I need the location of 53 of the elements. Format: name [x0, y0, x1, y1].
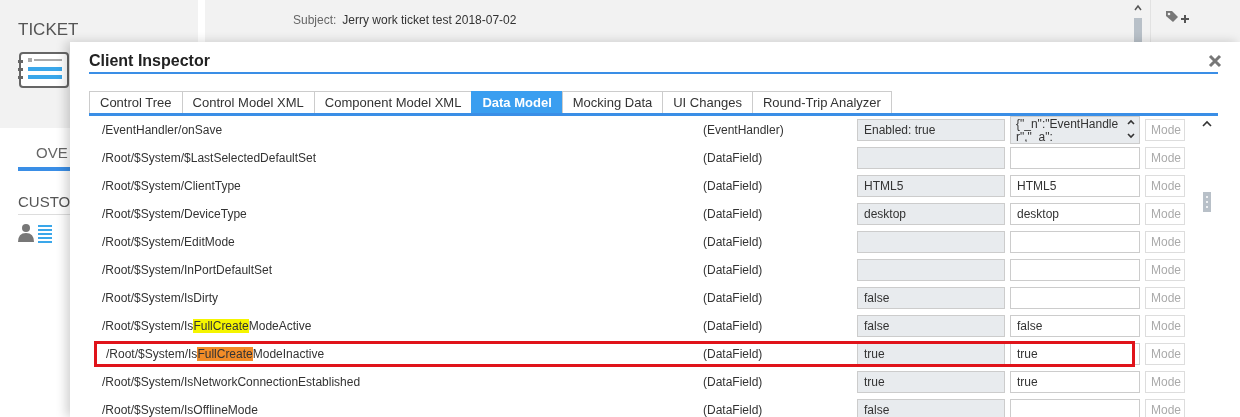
tab[interactable]: Mocking Data [561, 91, 664, 113]
value-field: false [857, 399, 1005, 417]
value-field: false [857, 287, 1005, 309]
input-field[interactable]: true [1010, 343, 1140, 365]
close-icon[interactable] [1208, 54, 1222, 68]
path-text: /Root/$System/IsFullCreateModeInactive [105, 347, 326, 361]
page-title: TICKET [18, 20, 80, 40]
path-text: /Root/$System/ClientType [101, 179, 242, 193]
path-text: /EventHandler/onSave [101, 123, 224, 137]
value-field: true [857, 371, 1005, 393]
type-text: (DataField) [703, 319, 764, 333]
input-field[interactable] [1010, 399, 1140, 417]
path-text: /Root/$System/IsFullCreateModeActive [101, 319, 313, 333]
type-text: (DataField) [703, 403, 764, 417]
path-text: /Root/$System/$LastSelectedDefaultSet [101, 151, 318, 165]
value-field: true [857, 343, 1005, 365]
input-field[interactable]: desktop [1010, 203, 1140, 225]
type-text: (DataField) [703, 375, 764, 389]
type-text: (DataField) [703, 263, 764, 277]
person-list-icon[interactable] [18, 223, 54, 243]
path-text: /Root/$System/DeviceType [101, 207, 248, 221]
type-text: (DataField) [703, 151, 764, 165]
input-field[interactable]: HTML5 [1010, 175, 1140, 197]
path-text: /Root/$System/IsDirty [101, 291, 220, 305]
type-text: (DataField) [703, 207, 764, 221]
input-field[interactable] [1010, 259, 1140, 281]
type-text: (DataField) [703, 347, 764, 361]
type-text: (DataField) [703, 235, 764, 249]
type-text: (EventHandler) [703, 123, 785, 137]
input-field[interactable] [1010, 287, 1140, 309]
input-field[interactable] [1010, 147, 1140, 169]
tab[interactable]: Control Tree [89, 91, 183, 113]
dialog-title: Client Inspector [89, 52, 210, 70]
value-field: HTML5 [857, 175, 1005, 197]
type-text: (DataField) [703, 179, 764, 193]
path-text: /Root/$System/IsOfflineMode [101, 403, 259, 417]
path-text: /Root/$System/EditMode [101, 235, 236, 249]
add-tag-icon[interactable] [1165, 10, 1191, 26]
subject-label: Subject: [293, 13, 337, 27]
input-field[interactable]: false [1010, 315, 1140, 337]
value-field: false [857, 315, 1005, 337]
path-text: /Root/$System/IsNetworkConnectionEstablished [101, 375, 362, 389]
subject-value: Jerry work ticket test 2018-07-02 [342, 13, 517, 27]
value-field: desktop [857, 203, 1005, 225]
input-field[interactable]: true [1010, 371, 1140, 393]
type-text: (DataField) [703, 291, 764, 305]
tab[interactable]: Component Model XML [313, 91, 473, 113]
tab[interactable]: UI Changes [662, 91, 753, 113]
value-field: Enabled: true [857, 119, 1005, 141]
input-field[interactable] [1010, 231, 1140, 253]
path-text: /Root/$System/InPortDefaultSet [101, 263, 274, 277]
tab[interactable]: Round-Trip Analyzer [751, 91, 892, 113]
scroll-arrows-icon [1126, 118, 1136, 140]
